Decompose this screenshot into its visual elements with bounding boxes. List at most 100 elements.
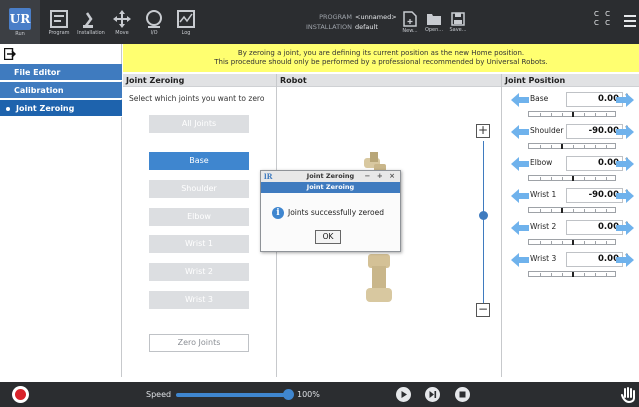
joint-value-field[interactable]: 0.00 <box>566 156 623 171</box>
decrement-arrow-icon[interactable] <box>511 125 529 139</box>
joint-position-row: Wrist 30.00° <box>506 252 639 284</box>
exit-icon[interactable] <box>4 48 16 60</box>
joint-button-wrist-3[interactable]: Wrist 3 <box>149 291 249 309</box>
program-key: PROGRAM <box>319 13 352 21</box>
joint-button-base[interactable]: Base <box>149 152 249 170</box>
joint-position-slider[interactable] <box>528 111 616 117</box>
new-button[interactable]: New... <box>398 0 422 44</box>
zero-joints-button[interactable]: Zero Joints <box>149 334 249 352</box>
slider-tick <box>562 113 563 116</box>
slider-tick <box>540 273 541 276</box>
save-button-label: Save... <box>449 26 467 33</box>
warning-line-2: This procedure should only be performed … <box>214 58 548 66</box>
joint-position-slider[interactable] <box>528 239 616 245</box>
dialog-title: Joint Zeroing <box>306 172 355 180</box>
nav-item-joint-zeroing[interactable]: Joint Zeroing <box>0 100 122 117</box>
warning-banner: By zeroing a joint, you are defining its… <box>123 44 639 72</box>
decrement-arrow-icon[interactable] <box>511 189 529 203</box>
open-button-label: Open... <box>424 26 444 33</box>
dialog-window-controls[interactable]: − + × <box>365 171 397 182</box>
zoom-slider-knob[interactable] <box>479 211 488 220</box>
log-tab[interactable]: Log <box>172 0 200 44</box>
slider-tick <box>540 209 541 212</box>
joint-button-elbow[interactable]: Elbow <box>149 208 249 226</box>
joint-button-shoulder[interactable]: Shoulder <box>149 180 249 198</box>
manual-mode-hand-icon[interactable] <box>621 386 637 403</box>
joint-position-slider[interactable] <box>528 271 616 277</box>
decrement-arrow-icon[interactable] <box>511 93 529 107</box>
io-tab[interactable]: I/O <box>140 0 168 44</box>
all-joints-button[interactable]: All Joints <box>149 115 249 133</box>
nav-item-label: Joint Zeroing <box>16 104 75 113</box>
increment-arrow-icon[interactable] <box>616 93 634 107</box>
decrement-arrow-icon[interactable] <box>511 157 529 171</box>
new-button-label: New... <box>402 27 418 34</box>
stop-button[interactable] <box>455 387 470 402</box>
nav-item-calibration[interactable]: Calibration <box>0 82 122 99</box>
joint-button-wrist-2[interactable]: Wrist 2 <box>149 263 249 281</box>
open-button[interactable]: Open... <box>422 0 446 44</box>
joint-position-slider[interactable] <box>528 207 616 213</box>
control-status: C C C C <box>594 10 612 28</box>
control-status-bottom: C C <box>594 19 613 27</box>
speed-slider-track[interactable] <box>176 393 286 397</box>
speed-slider-knob[interactable] <box>283 389 294 400</box>
decrement-arrow-icon[interactable] <box>511 221 529 235</box>
ok-button[interactable]: OK <box>315 230 341 244</box>
slider-tick <box>562 177 563 180</box>
joint-value-field[interactable]: 0.00 <box>566 252 623 267</box>
step-button[interactable] <box>425 387 440 402</box>
power-status-icon[interactable] <box>12 386 29 403</box>
hamburger-menu-icon[interactable] <box>624 15 636 30</box>
dialog-header: Joint Zeroing <box>261 182 400 193</box>
joint-value-field[interactable]: -90.00 <box>566 124 623 139</box>
log-tab-label: Log <box>181 29 191 36</box>
io-tab-label: I/O <box>150 29 158 36</box>
zoom-out-button[interactable]: − <box>476 303 490 317</box>
slider-tick <box>551 177 552 180</box>
increment-arrow-icon[interactable] <box>616 221 634 235</box>
increment-arrow-icon[interactable] <box>616 157 634 171</box>
zoom-slider-track[interactable] <box>483 141 484 303</box>
run-tab[interactable]: UR Run <box>0 0 40 44</box>
slider-tick <box>584 177 585 180</box>
slider-tick <box>595 145 596 148</box>
program-icon <box>50 9 68 28</box>
joint-name: Wrist 3 <box>530 254 557 263</box>
program-tab-label: Program <box>48 29 70 36</box>
increment-arrow-icon[interactable] <box>616 253 634 267</box>
slider-tick <box>595 177 596 180</box>
joint-zeroing-instruction: Select which joints you want to zero <box>129 94 265 103</box>
move-tab[interactable]: Move <box>108 0 136 44</box>
play-button[interactable] <box>396 387 411 402</box>
joint-value-field[interactable]: 0.00 <box>566 92 623 107</box>
joint-zeroing-dialog: lR Joint Zeroing − + × Joint Zeroing i J… <box>260 170 401 252</box>
slider-tick <box>584 241 585 244</box>
joint-button-wrist-1[interactable]: Wrist 1 <box>149 235 249 253</box>
joint-value-field[interactable]: 0.00 <box>566 220 623 235</box>
slider-tick <box>551 145 552 148</box>
installation-tab-label: Installation <box>77 29 105 36</box>
nav-item-file-editor[interactable]: File Editor <box>0 64 122 81</box>
decrement-arrow-icon[interactable] <box>511 253 529 267</box>
active-bullet-icon <box>6 106 10 111</box>
joint-zeroing-header: Joint Zeroing <box>123 74 276 87</box>
save-button[interactable]: Save... <box>446 0 470 44</box>
increment-arrow-icon[interactable] <box>616 125 634 139</box>
zoom-in-button[interactable]: + <box>476 124 490 138</box>
joint-value-field[interactable]: -90.00 <box>566 188 623 203</box>
slider-tick <box>573 209 574 212</box>
joint-position-slider[interactable] <box>528 143 616 149</box>
increment-arrow-icon[interactable] <box>616 189 634 203</box>
installation-tab[interactable]: Installation <box>76 0 106 44</box>
slider-tick <box>540 241 541 244</box>
joint-name: Wrist 1 <box>530 190 557 199</box>
slider-tick <box>606 177 607 180</box>
joint-position-slider[interactable] <box>528 175 616 181</box>
program-tab[interactable]: Program <box>42 0 76 44</box>
joint-position-marker <box>572 240 574 245</box>
slider-tick <box>551 273 552 276</box>
nav-item-label: Calibration <box>14 86 64 95</box>
joint-name: Shoulder <box>530 126 564 135</box>
dialog-titlebar[interactable]: lR Joint Zeroing − + × <box>261 171 400 182</box>
